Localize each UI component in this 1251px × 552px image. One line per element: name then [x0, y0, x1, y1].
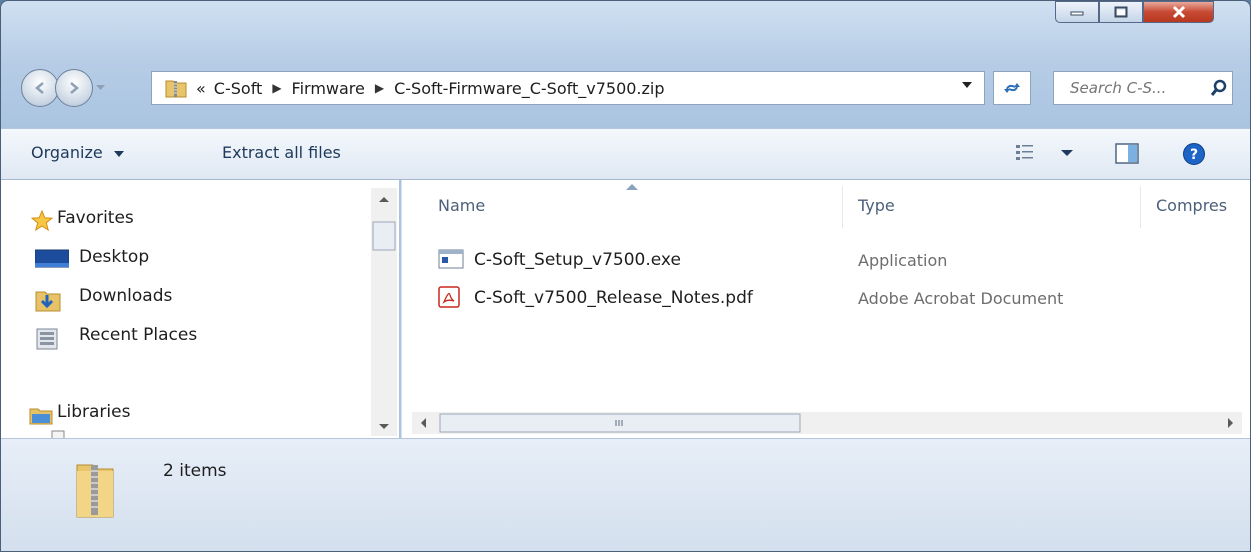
search-input[interactable] [1068, 78, 1206, 98]
sidebar-item-libraries[interactable]: Libraries [29, 402, 131, 425]
view-options-dropdown-icon[interactable] [1061, 149, 1073, 157]
minimize-icon [1070, 11, 1084, 16]
refresh-icon [1004, 83, 1020, 93]
favorites-star-icon [31, 210, 53, 232]
file-type: Adobe Acrobat Document [858, 289, 1064, 308]
back-arrow-icon [35, 82, 44, 94]
sidebar-item-desktop[interactable]: Desktop [35, 247, 150, 268]
file-name: C-Soft_v7500_Release_Notes.pdf [474, 288, 753, 308]
change-view-icon[interactable] [1014, 142, 1036, 164]
maximize-button[interactable] [1099, 1, 1143, 23]
library-subitem-icon [51, 430, 65, 438]
table-row[interactable]: C-Soft_Setup_v7500.exe Application [402, 246, 1250, 276]
organize-label: Organize [31, 143, 103, 162]
explorer-window: « C-Soft ▶ Firmware ▶ C-Soft-Firmware_C-… [0, 0, 1251, 552]
chevron-down-icon [95, 85, 105, 90]
breadcrumb-firmware[interactable]: Firmware [292, 79, 365, 98]
search-icon[interactable] [1210, 79, 1228, 97]
sidebar-item-label: Recent Places [79, 325, 198, 345]
details-pane: 2 items [1, 438, 1250, 551]
forward-arrow-icon [70, 82, 79, 94]
breadcrumb-separator-icon[interactable]: ▶ [375, 81, 384, 95]
file-list: Name Type Compres C-Soft_Setup_v7500.exe… [401, 180, 1250, 438]
address-dropdown-icon[interactable] [962, 81, 972, 89]
file-list-horizontal-scrollbar[interactable] [412, 412, 1242, 434]
column-header-type[interactable]: Type [858, 196, 895, 215]
forward-button[interactable] [55, 69, 93, 107]
desktop-icon [35, 249, 69, 268]
sidebar-item-favorites[interactable]: Favorites [31, 208, 134, 232]
organize-button[interactable]: Organize [31, 143, 124, 162]
table-row[interactable]: C-Soft_v7500_Release_Notes.pdf Adobe Acr… [402, 284, 1250, 314]
back-button[interactable] [21, 69, 59, 107]
extract-all-files-button[interactable]: Extract all files [222, 143, 341, 162]
file-type: Application [858, 251, 948, 270]
breadcrumb-separator-icon[interactable]: ▶ [272, 81, 281, 95]
chevron-down-icon [113, 151, 124, 157]
close-icon [1172, 5, 1185, 19]
sidebar-item-downloads[interactable]: Downloads [35, 286, 173, 312]
column-header-compressed[interactable]: Compres [1156, 196, 1227, 215]
svg-text:?: ? [1190, 147, 1198, 163]
sort-ascending-icon [626, 184, 638, 190]
zip-folder-icon [165, 80, 187, 98]
sidebar-item-recent-places[interactable]: Recent Places [36, 325, 198, 350]
help-icon[interactable]: ? [1182, 142, 1206, 166]
column-divider[interactable] [1140, 186, 1141, 228]
minimize-button[interactable] [1055, 1, 1099, 23]
sidebar-item-label: Desktop [79, 247, 150, 267]
breadcrumb-zip-file[interactable]: C-Soft-Firmware_C-Soft_v7500.zip [394, 79, 664, 98]
zip-folder-large-icon [76, 464, 114, 518]
recent-places-icon [36, 328, 58, 350]
libraries-label: Libraries [57, 402, 131, 422]
column-header-name[interactable]: Name [438, 196, 485, 215]
close-button[interactable] [1143, 1, 1214, 23]
recent-pages-dropdown[interactable] [93, 78, 107, 98]
libraries-icon [29, 408, 53, 425]
title-bar [1, 1, 1250, 71]
downloads-icon [35, 291, 61, 312]
breadcrumb-c-soft[interactable]: C-Soft [214, 79, 263, 98]
maximize-icon [1114, 6, 1128, 18]
application-icon [438, 249, 464, 269]
item-count: 2 items [163, 461, 227, 481]
refresh-button[interactable] [993, 71, 1031, 105]
search-box[interactable] [1053, 71, 1233, 105]
sidebar-item-label: Downloads [79, 286, 173, 306]
caption-buttons [1055, 1, 1214, 23]
navigation-pane-scrollbar[interactable] [371, 188, 397, 436]
file-name: C-Soft_Setup_v7500.exe [474, 250, 681, 270]
pdf-icon [438, 286, 460, 308]
address-bar[interactable]: « C-Soft ▶ Firmware ▶ C-Soft-Firmware_C-… [151, 71, 985, 105]
navigation-pane: Favorites Desktop Downloads Recent Place… [1, 180, 399, 438]
navigation-buttons [21, 69, 107, 107]
command-bar: Organize Extract all files ? [1, 128, 1250, 180]
breadcrumb-overflow[interactable]: « [196, 79, 206, 98]
preview-pane-icon[interactable] [1115, 142, 1141, 166]
column-divider[interactable] [842, 186, 843, 228]
favorites-label: Favorites [57, 208, 134, 228]
